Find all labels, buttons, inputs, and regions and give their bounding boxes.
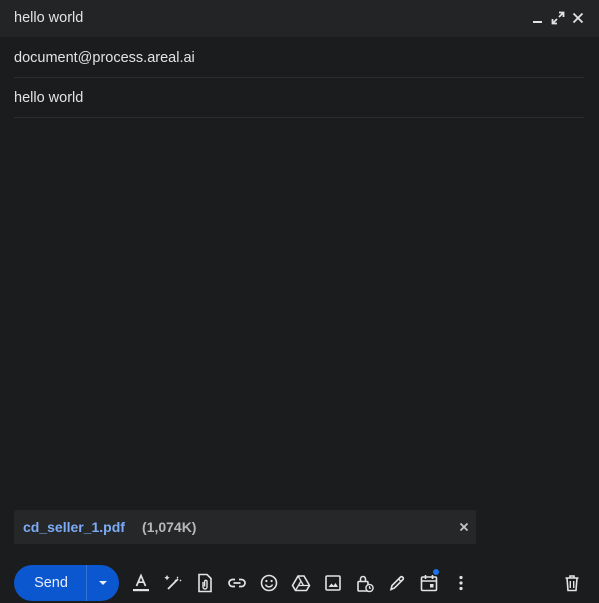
send-button[interactable]: Send: [14, 565, 86, 601]
send-button-group: Send: [14, 565, 119, 601]
emoji-icon[interactable]: [258, 572, 280, 594]
magic-pen-icon[interactable]: [162, 572, 184, 594]
signature-pen-icon[interactable]: [386, 572, 408, 594]
compose-title: hello world: [14, 10, 84, 26]
notification-dot: [433, 569, 439, 575]
close-icon[interactable]: [569, 9, 587, 27]
text-format-icon[interactable]: [130, 572, 152, 594]
attachment-size: (1,074K): [142, 519, 197, 535]
dropdown-arrow-icon: [99, 581, 107, 585]
compose-header: hello world: [0, 0, 599, 37]
remove-attachment-icon[interactable]: [457, 520, 471, 534]
attachment-filename[interactable]: cd_seller_1.pdf: [23, 519, 125, 535]
attachment-chip: cd_seller_1.pdf (1,074K): [14, 510, 476, 544]
confidential-lock-icon[interactable]: [354, 572, 376, 594]
message-body[interactable]: [14, 120, 584, 505]
recipient-chip[interactable]: document@process.areal.ai: [14, 49, 195, 67]
image-icon[interactable]: [322, 572, 344, 594]
subject-field[interactable]: hello world: [14, 78, 584, 118]
send-options-button[interactable]: [87, 565, 119, 601]
link-icon[interactable]: [226, 572, 248, 594]
schedule-calendar-icon[interactable]: [418, 569, 440, 594]
subject-text: hello world: [14, 90, 84, 106]
more-options-icon[interactable]: [450, 572, 472, 594]
recipient-field[interactable]: document@process.areal.ai: [14, 38, 584, 78]
minimize-icon[interactable]: [529, 9, 547, 27]
drive-icon[interactable]: [290, 572, 312, 594]
trash-icon[interactable]: [561, 572, 583, 594]
attach-file-icon[interactable]: [194, 572, 216, 594]
expand-icon[interactable]: [549, 9, 567, 27]
